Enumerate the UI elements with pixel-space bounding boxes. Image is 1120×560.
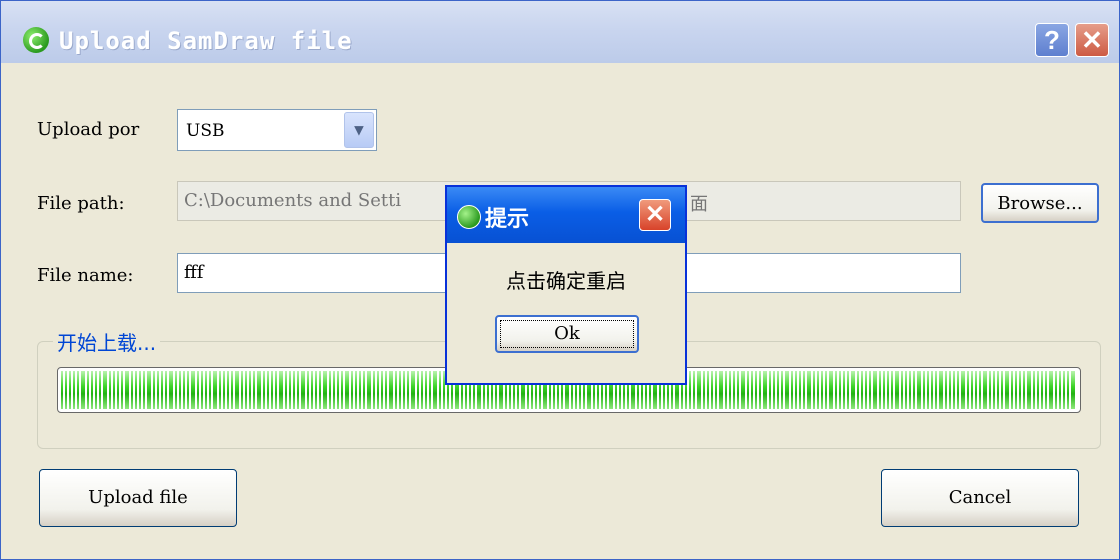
- help-button[interactable]: ?: [1035, 23, 1069, 57]
- dialog-titlebar[interactable]: 提示 ✕: [447, 187, 685, 243]
- chevron-down-icon[interactable]: ▼: [344, 112, 374, 148]
- close-button[interactable]: ✕: [1075, 23, 1109, 57]
- upload-window: Upload SamDraw file ? ✕ Upload por USB ▼…: [0, 0, 1120, 560]
- dialog-title: 提示: [485, 207, 530, 232]
- upload-file-button[interactable]: Upload file: [39, 469, 237, 527]
- file-path-value-tail: 面: [690, 194, 708, 215]
- browse-button[interactable]: Browse...: [981, 183, 1099, 223]
- window-title: Upload SamDraw file: [59, 27, 353, 55]
- restart-prompt-dialog: 提示 ✕ 点击确定重启 Ok: [445, 185, 687, 385]
- upload-port-label: Upload por: [37, 119, 140, 140]
- window-titlebar[interactable]: Upload SamDraw file ? ✕: [1, 1, 1119, 63]
- file-path-value: C:\Documents and Setti: [184, 190, 402, 211]
- file-name-label: File name:: [37, 265, 134, 286]
- dialog-close-button[interactable]: ✕: [639, 199, 671, 231]
- file-path-label: File path:: [37, 193, 125, 214]
- refresh-icon: [23, 27, 49, 53]
- ok-button[interactable]: Ok: [495, 315, 639, 353]
- upload-port-select[interactable]: USB ▼: [177, 109, 377, 151]
- progress-group-title: 开始上载...: [53, 327, 161, 356]
- cancel-button[interactable]: Cancel: [881, 469, 1079, 527]
- refresh-icon: [457, 205, 481, 229]
- upload-port-value: USB: [186, 121, 225, 141]
- dialog-message: 点击确定重启: [506, 269, 626, 293]
